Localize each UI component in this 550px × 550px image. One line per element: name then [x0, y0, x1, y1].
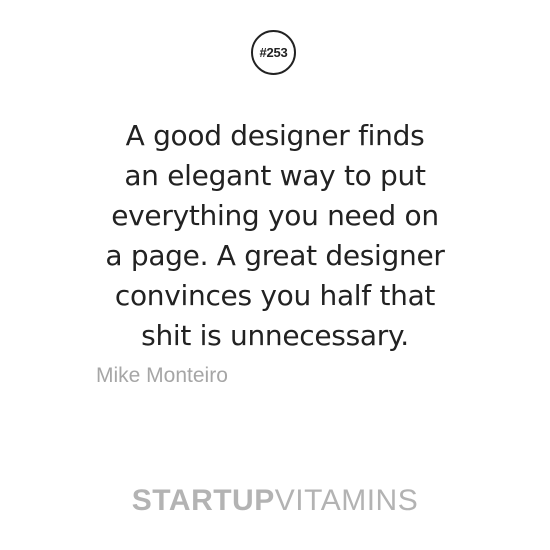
issue-number-label: #253: [259, 45, 288, 60]
quote-text: A good designer finds an elegant way to …: [40, 116, 510, 356]
brand-logo-bold: STARTUP: [131, 484, 275, 517]
quote-line: convinces you half that: [114, 279, 436, 312]
quote-line: A good designer finds: [125, 119, 425, 152]
quote-line: a page. A great designer: [105, 239, 445, 272]
brand-logo-light: VITAMINS: [274, 484, 419, 517]
quote-line: everything you need on: [111, 199, 439, 232]
brand-logo: STARTUPVITAMINS: [0, 484, 550, 518]
quote-line: an elegant way to put: [124, 159, 426, 192]
issue-number-badge: #253: [251, 30, 296, 75]
quote-author: Mike Monteiro: [96, 364, 228, 387]
quote-line: shit is unnecessary.: [141, 319, 409, 352]
quote-card: #253 A good designer finds an elegant wa…: [0, 0, 550, 550]
